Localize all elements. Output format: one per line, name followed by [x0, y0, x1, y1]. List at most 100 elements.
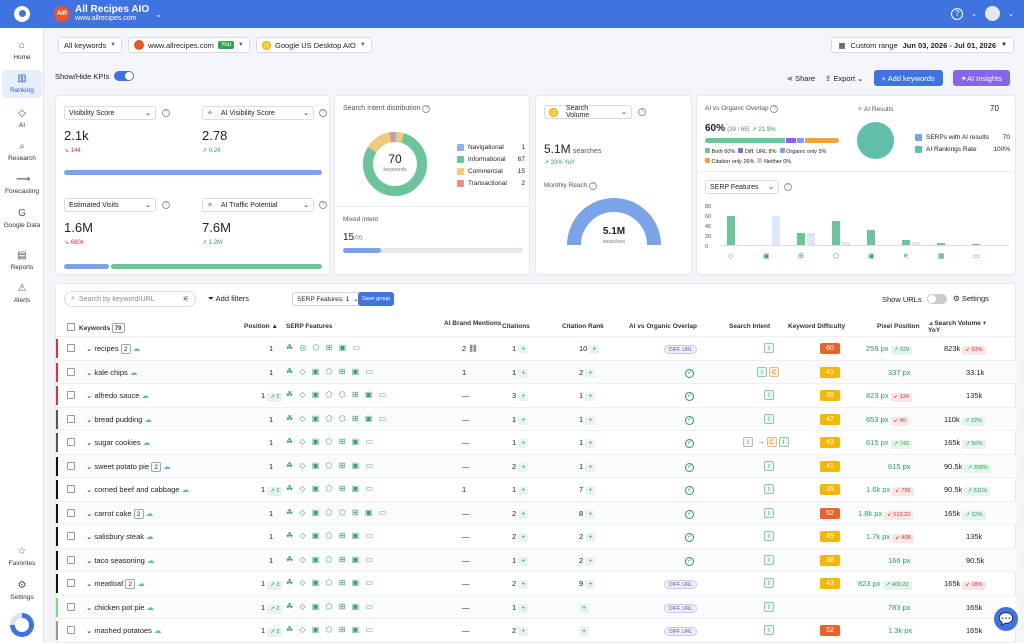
table-row[interactable]: ⌄ chicken pot pie ☁ 1 ↗ 2 ☘ ◇ ▣ ⬠ ⊞ ▣ ▭ — 1 …: [56, 594, 1017, 618]
add-icon[interactable]: +: [585, 509, 596, 519]
serp-bar[interactable]: [832, 220, 840, 246]
serp-features-cell[interactable]: ☘ ◇ ▣ ⬠ ⊞ ▣ ▭: [286, 602, 375, 611]
row-checkbox[interactable]: [67, 391, 75, 399]
intent-legend-item[interactable]: Informational 67: [457, 153, 525, 165]
table-row[interactable]: ⌄ sugar cookies ☁ 1 ☘ ◇ ▣ ⬠ ⊞ ▣ ▭ —1 +1 + ✓ I…: [56, 430, 1017, 454]
row-checkbox[interactable]: [67, 555, 75, 564]
row-checkbox[interactable]: [67, 626, 75, 634]
chevron-down-icon[interactable]: ⌄: [86, 556, 92, 565]
add-icon[interactable]: +: [585, 486, 596, 495]
serp-features-cell[interactable]: ☘ ◇ ▣ ⬠ ⬠ ⊞ ▣ ▭: [286, 508, 388, 517]
info-icon[interactable]: ?: [770, 105, 779, 113]
sidebar-item-ai[interactable]: ◇ AI: [2, 108, 42, 130]
intent-legend-item[interactable]: Navigational 1: [457, 141, 525, 153]
keyword-cell[interactable]: ⌄ meatloaf 2 ☁: [86, 579, 145, 589]
filter-sliders-icon[interactable]: ⚟: [183, 295, 189, 303]
engine-select[interactable]: Google US Desktop AIO ▼: [256, 37, 372, 53]
col-search-volume[interactable]: ▲Search Volume + YoY: [928, 320, 990, 334]
keywords-select[interactable]: All keywords ▼: [58, 37, 123, 53]
keyword-cell[interactable]: ⌄ corned beef and cabbage ☁: [86, 485, 189, 494]
info-icon[interactable]: ?: [319, 201, 327, 209]
info-icon[interactable]: ?: [319, 109, 327, 117]
table-settings-button[interactable]: ⚙ Settings: [953, 294, 989, 303]
sidebar-item-alerts[interactable]: ⚠ Alerts: [2, 283, 42, 305]
row-checkbox[interactable]: [67, 508, 75, 517]
add-icon[interactable]: +: [518, 603, 529, 613]
chevron-down-icon[interactable]: ⌄: [86, 509, 92, 518]
user-avatar[interactable]: [985, 6, 1001, 21]
col-citation-rank[interactable]: Citation Rank: [562, 323, 604, 330]
chevron-down-icon[interactable]: ⌄: [86, 344, 92, 353]
table-row[interactable]: ⌄ recipes 2 ☁ 1 ☘ ◎ ⬠ ⊞ ▣ ▭ 2 ⛓ 1 +10 + DIFF.…: [56, 336, 1017, 360]
add-icon[interactable]: +: [585, 580, 596, 589]
row-checkbox[interactable]: [67, 367, 75, 376]
row-checkbox[interactable]: [67, 532, 75, 540]
add-keywords-button[interactable]: + Add keywords: [873, 70, 943, 86]
share-button[interactable]: ⋖ Share: [787, 74, 815, 83]
sidebar-item-forecasting[interactable]: ⟿ Forecasting: [2, 174, 42, 196]
serp-features-cell[interactable]: ☘ ◇ ▣ ⬠ ⬠ ⊞ ▣ ▭: [286, 390, 388, 399]
add-icon[interactable]: +: [585, 392, 596, 401]
table-row[interactable]: ⌄ kale chips ☁ 1 ☘ ◇ ▣ ⬠ ⊞ ▣ ▭ 1 1 +2 + ✓ I C …: [56, 359, 1017, 383]
add-icon[interactable]: +: [585, 439, 596, 448]
select-all-checkbox[interactable]: [67, 323, 75, 331]
keyword-cell[interactable]: ⌄ chicken pot pie ☁: [86, 603, 154, 612]
serp-features-cell[interactable]: ☘ ◎ ⬠ ⊞ ▣ ▭: [286, 343, 362, 352]
chevron-down-icon[interactable]: ⌄: [86, 368, 92, 377]
serp-features-cell[interactable]: ☘ ◇ ▣ ⬠ ⊞ ▣ ▭: [286, 625, 375, 634]
chevron-down-icon[interactable]: ⌄: [971, 10, 977, 18]
info-icon[interactable]: ?: [162, 109, 170, 117]
info-icon[interactable]: ?: [162, 201, 170, 209]
keyword-cell[interactable]: ⌄ kale chips ☁: [86, 368, 137, 377]
sidebar-item-google-data[interactable]: G Google Data: [2, 208, 42, 230]
project-selector[interactable]: All Recipes AIO www.allrecipes.com: [75, 5, 149, 23]
add-icon[interactable]: +: [518, 556, 529, 566]
keyword-cell[interactable]: ⌄ recipes 2 ☁: [86, 344, 140, 354]
add-icon[interactable]: +: [518, 439, 529, 448]
add-icon[interactable]: +: [518, 462, 529, 472]
row-checkbox[interactable]: [67, 602, 75, 611]
table-row[interactable]: ⌄ mashed potatoes ☁ 1 ↗ 2 ☘ ◇ ▣ ⬠ ⊞ ▣ ▭ — 2 …: [56, 618, 1017, 642]
row-checkbox[interactable]: [67, 579, 75, 587]
add-icon[interactable]: +: [585, 415, 596, 425]
keyword-cell[interactable]: ⌄ sweet potato pie 2 ☁: [86, 461, 171, 472]
add-icon[interactable]: +: [518, 486, 529, 495]
keyword-cell[interactable]: ⌄ alfredo sauce ☁: [86, 391, 149, 400]
chevron-down-icon[interactable]: ⌄: [86, 626, 92, 635]
serp-features-cell[interactable]: ☘ ◇ ▣ ⬠ ⊞ ▣ ▭: [286, 461, 375, 470]
row-checkbox[interactable]: [67, 414, 75, 423]
serp-features-cell[interactable]: ☘ ◇ ▣ ⬠ ⊞ ▣ ▭: [286, 437, 375, 446]
table-row[interactable]: ⌄ corned beef and cabbage ☁ 1 ↗ 2 ☘ ◇ ▣ ⬠ …: [56, 477, 1017, 501]
info-icon[interactable]: ?: [589, 182, 598, 190]
keyword-cell[interactable]: ⌄ mashed potatoes ☁: [86, 626, 162, 635]
add-icon[interactable]: +: [585, 462, 596, 472]
add-icon[interactable]: +: [518, 415, 529, 425]
col-ai-brand-mentions[interactable]: AI Brand Mentions: [444, 320, 501, 327]
chevron-down-icon[interactable]: ⌄: [86, 391, 92, 400]
save-group-button[interactable]: Save group: [358, 292, 395, 306]
add-icon[interactable]: +: [579, 603, 589, 613]
col-pixel-position[interactable]: Pixel Position: [877, 323, 920, 330]
keyword-cell[interactable]: ⌄ sugar cookies ☁: [86, 438, 150, 447]
table-row[interactable]: ⌄ taco seasoning ☁ 1 ☘ ◇ ▣ ⬠ ⊞ ▣ ▭ —1 +2 + ✓…: [56, 547, 1017, 571]
search-volume-select[interactable]: Search Volume ⌄: [544, 105, 632, 119]
add-icon[interactable]: +: [518, 533, 529, 542]
add-icon[interactable]: +: [579, 627, 589, 636]
export-button[interactable]: ⇪ Export ⌄: [825, 74, 863, 83]
help-icon[interactable]: ?: [951, 7, 964, 20]
table-row[interactable]: ⌄ bread pudding ☁ 1 ☘ ◇ ▣ ⬠ ⬠ ⊞ ▣ ▭ —1 +1 +…: [56, 406, 1017, 430]
add-icon[interactable]: +: [518, 368, 529, 378]
table-row[interactable]: ⌄ sweet potato pie 2 ☁ 1 ☘ ◇ ▣ ⬠ ⊞ ▣ ▭ — 2 +…: [56, 453, 1017, 477]
serp-features-cell[interactable]: ☘ ◇ ▣ ⬠ ⊞ ▣ ▭: [286, 484, 375, 493]
ai-traffic-potential-select[interactable]: ✧ AI Traffic Potential ⌄: [202, 198, 314, 212]
serp-bar[interactable]: [867, 230, 875, 246]
table-row[interactable]: ⌄ carrot cake 2 ☁ 1 ☘ ◇ ▣ ⬠ ⬠ ⊞ ▣ ▭ —2 +8 +…: [56, 500, 1017, 524]
keyword-cell[interactable]: ⌄ bread pudding ☁: [86, 415, 152, 424]
app-logo[interactable]: [0, 0, 44, 28]
keyword-cell[interactable]: ⌄ carrot cake 2 ☁: [86, 508, 153, 519]
serp-features-cell[interactable]: ☘ ◇ ▣ ⬠ ⊞ ▣ ▭: [286, 367, 375, 376]
add-icon[interactable]: +: [518, 627, 529, 636]
add-icon[interactable]: +: [589, 345, 600, 354]
serp-bar-secondary[interactable]: [772, 215, 780, 246]
sidebar-item-reports[interactable]: ▤ Reports: [2, 250, 42, 272]
